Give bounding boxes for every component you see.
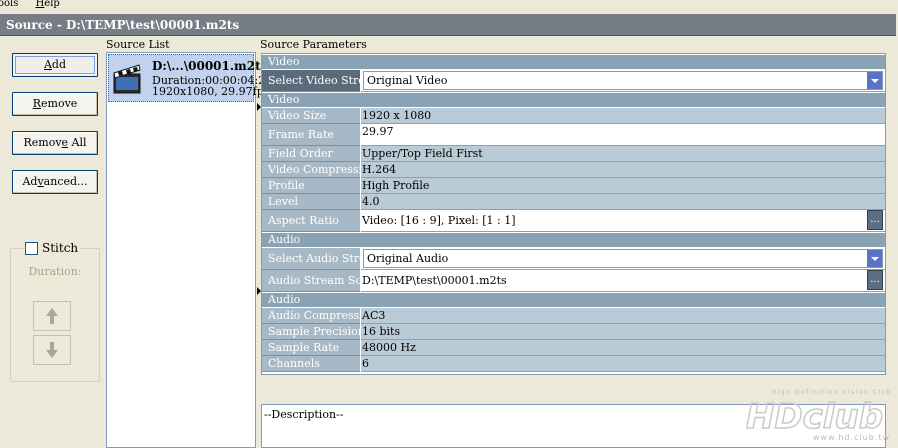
video-stream-value: Original Video xyxy=(367,74,448,87)
property-grid: Video Select Video Stre... Original Vide… xyxy=(257,53,886,375)
sample-precision-label: Sample Precision xyxy=(262,324,360,340)
dropdown-arrow-icon[interactable] xyxy=(866,250,882,267)
audio-compression-row[interactable]: Audio Compressi... AC3 xyxy=(262,308,885,324)
window-title: Source - D:\TEMP\test\00001.m2ts xyxy=(0,14,896,36)
watermark-tagline: High Definition Vision Club xyxy=(772,389,892,396)
aspect-ratio-row[interactable]: Aspect Ratio Video: [16 : 9], Pixel: [1 … xyxy=(262,210,885,232)
level-value: 4.0 xyxy=(361,194,885,210)
audio-source-browse-button[interactable]: ... xyxy=(867,270,883,290)
audio-stream-dropdown[interactable]: Original Audio xyxy=(363,249,883,268)
video-subsection-header[interactable]: Video xyxy=(262,93,885,107)
select-audio-stream-row[interactable]: Select Audio Stre... Original Audio xyxy=(262,248,885,270)
field-order-row[interactable]: Field Order Upper/Top Field First xyxy=(262,146,885,162)
aspect-ratio-browse-button[interactable]: ... xyxy=(867,210,883,230)
arrow-up-icon xyxy=(46,308,58,324)
sample-rate-label: Sample Rate xyxy=(262,340,360,356)
sidebar: Add Remove Remove All Advanced... Stitch… xyxy=(4,40,104,448)
video-compression-label: Video Compressi... xyxy=(262,162,360,178)
profile-row[interactable]: Profile High Profile xyxy=(262,178,885,194)
audio-subsection-header[interactable]: Audio xyxy=(262,293,885,307)
add-button[interactable]: Add xyxy=(12,53,98,77)
stitch-checkbox-row[interactable]: Stitch xyxy=(23,241,81,255)
audio-stream-source-row[interactable]: Audio Stream So... D:\TEMP\test\00001.m2… xyxy=(257,270,885,295)
audio-compression-value: AC3 xyxy=(361,308,885,324)
audio-section-header[interactable]: Audio xyxy=(262,233,885,247)
source-list[interactable]: D:\...\00001.m2ts Duration:00:00:04:24 1… xyxy=(106,52,272,448)
duration-label: Duration: xyxy=(28,265,82,278)
aspect-ratio-label: Aspect Ratio xyxy=(262,210,360,232)
level-label: Level xyxy=(262,194,360,210)
clapperboard-icon xyxy=(113,64,141,94)
menu-help[interactable]: Help xyxy=(36,0,60,9)
level-row[interactable]: Level 4.0 xyxy=(262,194,885,210)
source-list-label: Source List xyxy=(106,38,170,51)
watermark-url: www.hd.club.tw xyxy=(813,433,890,442)
profile-value: High Profile xyxy=(361,178,885,194)
audio-stream-value: Original Audio xyxy=(367,252,449,265)
source-info: 1920x1080, 29.97fp. xyxy=(152,85,268,98)
frame-rate-label: Frame Rate xyxy=(262,124,360,146)
dropdown-arrow-icon[interactable] xyxy=(866,72,882,89)
field-order-value: Upper/Top Field First xyxy=(361,146,885,162)
remove-button[interactable]: Remove xyxy=(12,92,98,116)
hdclub-watermark-logo: High Definition Vision Club HDclub www.h… xyxy=(745,389,892,442)
watermark-brand: HDclub xyxy=(746,397,883,437)
frame-rate-value[interactable]: 29.97 xyxy=(361,124,885,146)
move-down-button[interactable] xyxy=(33,335,71,365)
sample-rate-value: 48000 Hz xyxy=(361,340,885,356)
arrow-down-icon xyxy=(46,342,58,358)
profile-label: Profile xyxy=(262,178,360,194)
audio-stream-source-label: Audio Stream So... xyxy=(262,270,360,292)
sample-precision-row[interactable]: Sample Precision 16 bits xyxy=(262,324,885,340)
channels-value: 6 xyxy=(361,356,885,372)
stitch-label: Stitch xyxy=(42,241,79,255)
move-up-button[interactable] xyxy=(33,301,71,331)
field-order-label: Field Order xyxy=(262,146,360,162)
video-size-value: 1920 x 1080 xyxy=(361,108,885,124)
menu-bar: ools Help xyxy=(0,0,898,10)
audio-compression-label: Audio Compressi... xyxy=(262,308,360,324)
source-parameters-label: Source Parameters xyxy=(260,38,367,51)
select-video-stream-label: Select Video Stre... xyxy=(262,70,360,92)
source-file-name: D:\...\00001.m2ts xyxy=(152,59,268,73)
select-video-stream-row[interactable]: Select Video Stre... Original Video xyxy=(257,70,885,111)
menu-tools[interactable]: ools xyxy=(0,0,18,9)
video-compression-row[interactable]: Video Compressi... H.264 xyxy=(262,162,885,178)
caret-icon xyxy=(257,287,261,295)
select-audio-stream-label: Select Audio Stre... xyxy=(262,248,360,270)
stitch-group: Stitch Duration: xyxy=(10,241,100,382)
source-list-item[interactable]: D:\...\00001.m2ts Duration:00:00:04:24 1… xyxy=(108,54,272,102)
audio-stream-source-value: D:\TEMP\test\00001.m2ts xyxy=(361,270,885,292)
stitch-checkbox[interactable] xyxy=(25,241,38,255)
advanced-button[interactable]: Advanced... xyxy=(12,170,98,194)
caret-icon xyxy=(257,103,261,111)
sample-precision-value: 16 bits xyxy=(361,324,885,340)
remove-all-button[interactable]: Remove All xyxy=(12,131,98,155)
video-stream-dropdown[interactable]: Original Video xyxy=(363,71,883,90)
channels-label: Channels xyxy=(262,356,360,372)
video-compression-value: H.264 xyxy=(361,162,885,178)
video-size-label: Video Size xyxy=(262,108,360,124)
aspect-ratio-value: Video: [16 : 9], Pixel: [1 : 1] xyxy=(361,210,885,232)
channels-row[interactable]: Channels 6 xyxy=(262,356,885,372)
sample-rate-row[interactable]: Sample Rate 48000 Hz xyxy=(262,340,885,356)
frame-rate-row[interactable]: Frame Rate 29.97 xyxy=(262,124,885,146)
video-section-header[interactable]: Video xyxy=(262,55,885,69)
video-size-row[interactable]: Video Size 1920 x 1080 xyxy=(262,108,885,124)
